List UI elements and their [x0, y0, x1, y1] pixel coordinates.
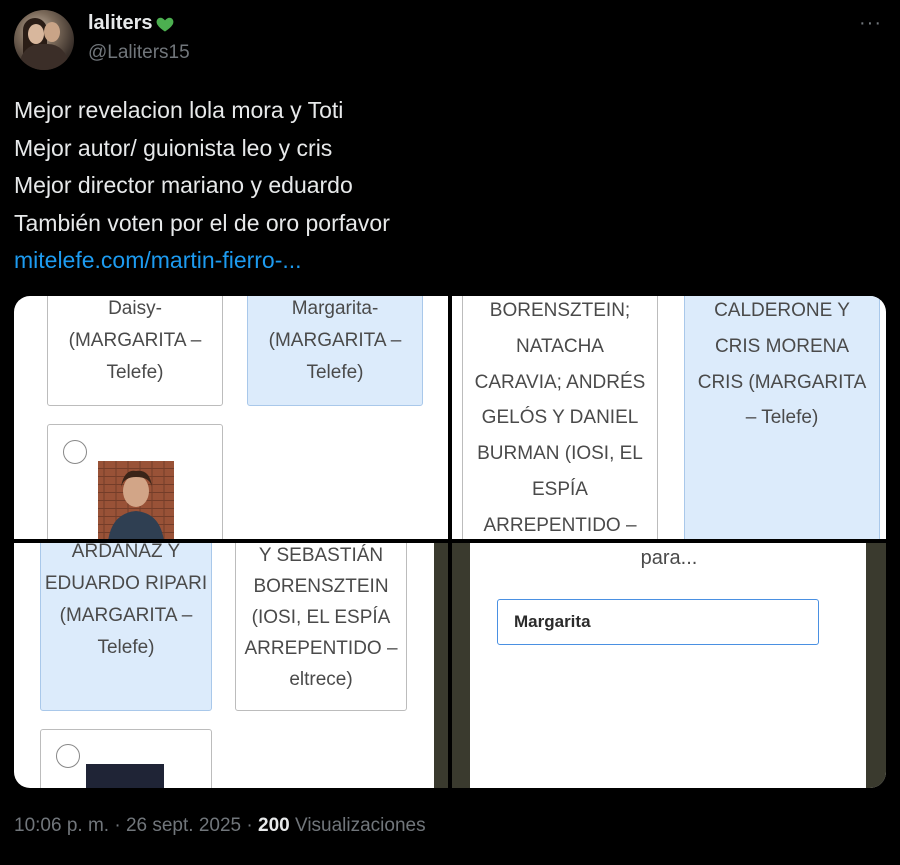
radio-button[interactable] [63, 440, 87, 464]
nominee-photo [86, 764, 164, 788]
card-line: CRIS (MARGARITA [697, 371, 867, 393]
card-line: CARAVIA; ANDRÉS [474, 371, 646, 393]
tweet-line: Mejor autor/ guionista leo y cris [14, 134, 333, 161]
card-line: (MARGARITA – [68, 330, 202, 351]
tweet-line: También voten por el de oro porfavor [14, 209, 390, 236]
nominee-card-cris-morena[interactable]: CALDERONE Y CRIS MORENA CRIS (MARGARITA … [684, 296, 880, 539]
nominee-card-margarita[interactable]: Margarita- (MARGARITA – Telefe) [247, 296, 423, 406]
nominee-card-photo[interactable] [40, 729, 212, 788]
nominee-card-ripari[interactable]: ARDANAZ Y EDUARDO RIPARI (MARGARITA – Te… [40, 543, 212, 711]
tweet-date[interactable]: 26 sept. 2025 [126, 815, 241, 836]
card-line: Telefe) [106, 362, 164, 383]
card-line: BURMAN (IOSI, EL [477, 443, 643, 465]
image-edge [866, 543, 886, 788]
card-line: GELÓS Y DANIEL [481, 407, 639, 429]
more-options-icon[interactable]: ··· [859, 12, 882, 35]
card-line: CRIS MORENA [714, 335, 850, 357]
search-input[interactable]: Margarita [497, 599, 819, 645]
avatar[interactable] [14, 10, 74, 70]
nominee-card-daisy[interactable]: Daisy- (MARGARITA – Telefe) [47, 296, 223, 406]
card-line: – Telefe) [745, 407, 819, 429]
card-line: EDUARDO RIPARI [44, 573, 208, 594]
card-line: CALDERONE Y [714, 300, 850, 321]
media-image-4[interactable]: para... Margarita [452, 543, 886, 788]
radio-button[interactable] [56, 744, 80, 768]
card-line: (IOSI, EL ESPÍA [251, 607, 391, 628]
media-image-2[interactable]: BORENSZTEIN; NATACHA CARAVIA; ANDRÉS GEL… [452, 296, 886, 539]
author-name[interactable]: laliters [88, 12, 175, 35]
separator-dot: · [246, 815, 258, 836]
card-line: Margarita- [291, 298, 379, 319]
card-line: ARDANAZ Y [71, 543, 181, 562]
media-image-3[interactable]: ARDANAZ Y EDUARDO RIPARI (MARGARITA – Te… [14, 543, 448, 788]
nominee-card-iosi[interactable]: BORENSZTEIN; NATACHA CARAVIA; ANDRÉS GEL… [462, 296, 658, 539]
tweet-line: Mejor revelacion lola mora y Toti [14, 97, 344, 123]
search-prompt: para... [640, 547, 698, 569]
image-edge [452, 543, 470, 788]
media-grid[interactable]: Daisy- (MARGARITA – Telefe) Margarita- (… [14, 296, 886, 788]
tweet-line: Mejor director mariano y eduardo [14, 172, 353, 198]
card-line: BORENSZTEIN; [489, 300, 631, 321]
card-line: ESPÍA [532, 478, 588, 500]
nominee-card-photo[interactable] [47, 424, 223, 539]
tweet-meta: 10:06 p. m. · 26 sept. 2025 · 200 Visual… [14, 815, 426, 837]
card-line: BORENSZTEIN [253, 576, 389, 597]
tweet-link[interactable]: mitelefe.com/martin-fierro-... [14, 242, 390, 280]
media-image-1[interactable]: Daisy- (MARGARITA – Telefe) Margarita- (… [14, 296, 448, 539]
card-line: (MARGARITA – [59, 605, 193, 626]
card-line: ARREPENTIDO – [244, 638, 398, 659]
author-handle[interactable]: @Laliters15 [88, 42, 190, 64]
card-line: Daisy- [108, 298, 162, 319]
green-heart-icon [157, 17, 174, 31]
separator-dot: · [114, 815, 126, 836]
author-name-text: laliters [88, 12, 153, 34]
card-line: Telefe) [306, 362, 364, 383]
card-line: (MARGARITA – [268, 330, 402, 351]
card-line: eltrece) [289, 669, 353, 690]
nominee-photo [98, 461, 174, 539]
image-edge [434, 543, 448, 788]
card-line: ARREPENTIDO – [483, 514, 637, 536]
card-line: NATACHA [516, 335, 604, 357]
tweet-text: Mejor revelacion lola mora y Toti Mejor … [14, 92, 390, 280]
views-count: 200 [258, 815, 290, 836]
tweet-time[interactable]: 10:06 p. m. [14, 815, 109, 836]
views-label: Visualizaciones [294, 815, 426, 836]
card-line: Y SEBASTIÁN [258, 545, 384, 566]
card-line: Telefe) [97, 637, 155, 658]
nominee-card-borensztein[interactable]: Y SEBASTIÁN BORENSZTEIN (IOSI, EL ESPÍA … [235, 543, 407, 711]
